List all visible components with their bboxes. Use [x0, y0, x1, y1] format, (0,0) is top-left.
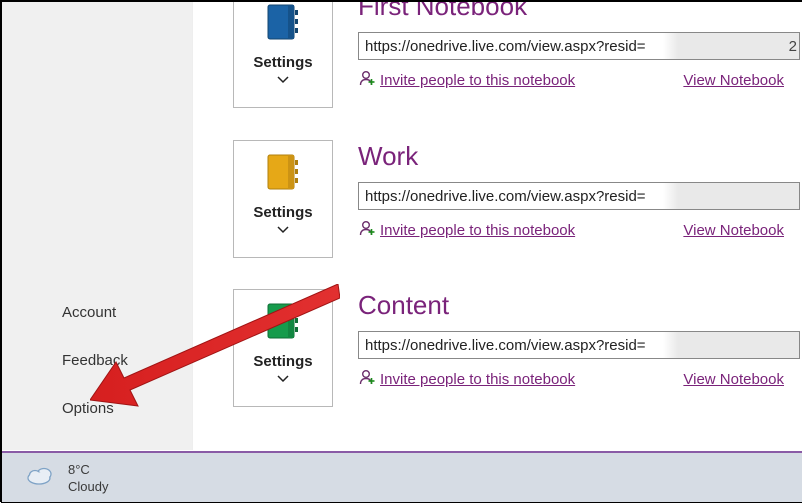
sidebar-item-account[interactable]: Account: [2, 288, 192, 336]
invite-people-link[interactable]: Invite people to this notebook: [380, 72, 575, 89]
weather-widget[interactable]: 8°C Cloudy: [68, 461, 108, 495]
sidebar-item-label: Feedback: [62, 352, 128, 369]
invite-people-link[interactable]: Invite people to this notebook: [380, 222, 575, 239]
tile-label: Settings: [253, 54, 312, 71]
sidebar-item-feedback[interactable]: Feedback: [2, 336, 192, 384]
main-content: Settings First Notebook 2 Invite peopl: [193, 2, 802, 450]
invite-person-icon: [358, 368, 376, 391]
notebook-row: Settings First Notebook 2 Invite peopl: [193, 2, 802, 102]
tile-label: Settings: [253, 353, 312, 370]
invite-people-link[interactable]: Invite people to this notebook: [380, 371, 575, 388]
notebook-icon: [266, 302, 300, 345]
chevron-down-icon: [277, 372, 289, 386]
notebook-title: Content: [358, 290, 449, 321]
taskbar: 8°C Cloudy: [2, 451, 802, 502]
url-blurred-portion: [663, 332, 799, 358]
weather-cloud-icon: [26, 464, 54, 491]
notebook-icon: [266, 3, 300, 46]
invite-person-icon: [358, 219, 376, 242]
weather-desc: Cloudy: [68, 478, 108, 495]
chevron-down-icon: [277, 223, 289, 237]
tile-label: Settings: [253, 204, 312, 221]
notebook-row: Settings Work Invite people to this n: [193, 102, 802, 252]
url-blurred-portion: [663, 183, 799, 209]
notebook-title: Work: [358, 141, 418, 172]
view-notebook-link[interactable]: View Notebook: [683, 371, 784, 388]
url-blurred-portion: 2: [663, 33, 799, 59]
notebook-row: Settings Content Invite people to thi: [193, 251, 802, 401]
sidebar-item-options[interactable]: Options: [2, 384, 192, 432]
notebook-settings-tile[interactable]: Settings: [233, 2, 333, 108]
notebook-settings-tile[interactable]: Settings: [233, 140, 333, 258]
sidebar-item-label: Options: [62, 400, 114, 417]
weather-temp: 8°C: [68, 461, 108, 478]
view-notebook-link[interactable]: View Notebook: [683, 222, 784, 239]
chevron-down-icon: [277, 73, 289, 87]
notebook-title: First Notebook: [358, 2, 527, 22]
notebook-icon: [266, 153, 300, 196]
view-notebook-link[interactable]: View Notebook: [683, 72, 784, 89]
sidebar-item-label: Account: [62, 304, 116, 321]
invite-person-icon: [358, 69, 376, 92]
backstage-sidebar: Account Feedback Options: [2, 2, 193, 450]
notebook-settings-tile[interactable]: Settings: [233, 289, 333, 407]
